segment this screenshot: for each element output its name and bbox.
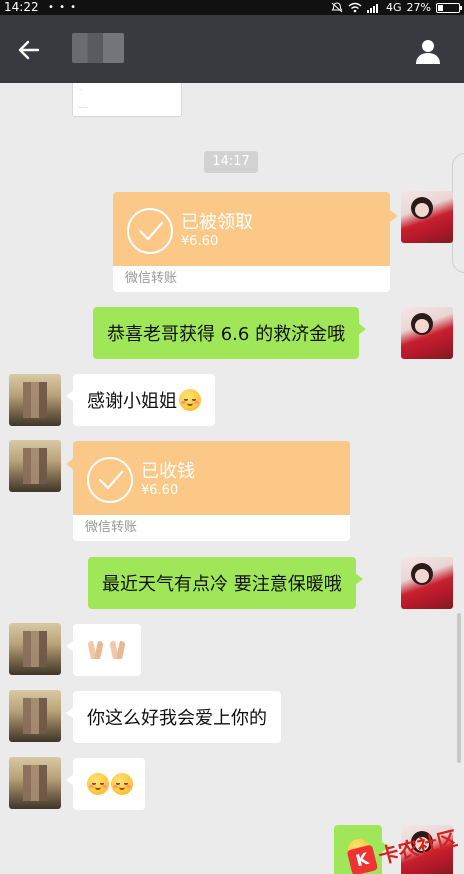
- transfer-amount: ¥6.60: [141, 483, 179, 498]
- chat-header: [0, 15, 464, 83]
- network-type: 4G: [386, 1, 402, 14]
- mute-icon: [331, 2, 343, 13]
- battery-fill: [438, 4, 444, 11]
- pray-hands-emoji-icon: [107, 639, 129, 661]
- message-text: 最近天气有点冷 要注意保暖哦: [102, 574, 342, 595]
- message-text: 恭喜老哥获得 6.6 的救济金哦: [107, 324, 346, 345]
- transfer-card-top: 已收钱 ¥6.60: [73, 441, 350, 515]
- transfer-footer: 微信转账: [113, 266, 390, 292]
- transfer-amount: ¥6.60: [181, 234, 219, 249]
- person-icon: [416, 40, 440, 64]
- avatar-him[interactable]: [9, 623, 61, 675]
- message-bubble-received[interactable]: 你这么好我会爱上你的: [66, 691, 281, 743]
- arrow-left-icon: [18, 40, 40, 60]
- contact-name-pixelated: [72, 33, 124, 63]
- side-drawer-handle[interactable]: [452, 153, 464, 273]
- transfer-card-sent[interactable]: 已被领取 ¥6.60 微信转账: [113, 192, 390, 292]
- transfer-card-top: 已被领取 ¥6.60: [113, 192, 390, 266]
- transfer-footer: 微信转账: [73, 515, 350, 541]
- avatar-mosaic: [23, 382, 47, 418]
- timestamp-label: 14:17: [204, 151, 258, 173]
- blush-emoji-icon: [179, 389, 201, 411]
- message-bubble-received[interactable]: [66, 624, 141, 676]
- status-bar: 14:22 • • • 4G 27%: [0, 0, 464, 15]
- avatar-him[interactable]: [9, 690, 61, 742]
- avatar-mosaic: [23, 698, 47, 734]
- notification-dots: • • •: [48, 2, 78, 13]
- pray-hands-emoji-icon: [85, 639, 107, 661]
- image-message[interactable]: ··· ··· ···: [72, 83, 182, 117]
- status-time: 14:22: [4, 0, 39, 14]
- battery-icon: [436, 2, 462, 13]
- check-circle-icon: [127, 208, 173, 254]
- blush-emoji-icon: [111, 773, 133, 795]
- blush-emoji-icon: [87, 773, 109, 795]
- avatar-mosaic: [23, 765, 47, 801]
- image-message-text-2: ··· ···: [79, 105, 88, 110]
- avatar-mosaic: [23, 631, 47, 667]
- message-text: 你这么好我会爱上你的: [87, 708, 267, 729]
- transfer-status: 已被领取: [181, 212, 253, 233]
- check-circle-icon: [87, 457, 133, 503]
- transfer-status: 已收钱: [141, 461, 195, 482]
- message-bubble-received[interactable]: 感谢小姐姐: [66, 374, 215, 426]
- scrollbar[interactable]: [457, 613, 461, 763]
- image-message-text: ···: [79, 87, 83, 92]
- avatar-her[interactable]: [401, 557, 453, 609]
- watermark-logo: K: [346, 843, 379, 874]
- battery-percent: 27%: [406, 1, 431, 14]
- message-bubble-received[interactable]: [66, 758, 145, 810]
- message-text: 感谢小姐姐: [87, 391, 177, 412]
- message-bubble-sent[interactable]: 最近天气有点冷 要注意保暖哦: [88, 557, 363, 609]
- message-bubble-sent[interactable]: 恭喜老哥获得 6.6 的救济金哦: [93, 307, 367, 359]
- back-button[interactable]: [14, 35, 44, 65]
- profile-button[interactable]: [414, 37, 442, 65]
- transfer-card-received[interactable]: 已收钱 ¥6.60 微信转账: [73, 441, 350, 541]
- avatar-him[interactable]: [9, 440, 61, 492]
- avatar-her[interactable]: [401, 191, 453, 243]
- chat-area[interactable]: ··· ··· ··· 14:17 已被领取 ¥6.60 微信转账 恭喜老哥获得…: [0, 83, 464, 874]
- avatar-her[interactable]: [401, 307, 453, 359]
- avatar-him[interactable]: [9, 757, 61, 809]
- status-right: 4G 27%: [331, 0, 462, 15]
- signal-icon: [367, 4, 379, 13]
- avatar-mosaic: [23, 448, 47, 484]
- bubble-tail: [390, 210, 398, 222]
- avatar-him[interactable]: [9, 374, 61, 426]
- wifi-icon: [348, 2, 362, 13]
